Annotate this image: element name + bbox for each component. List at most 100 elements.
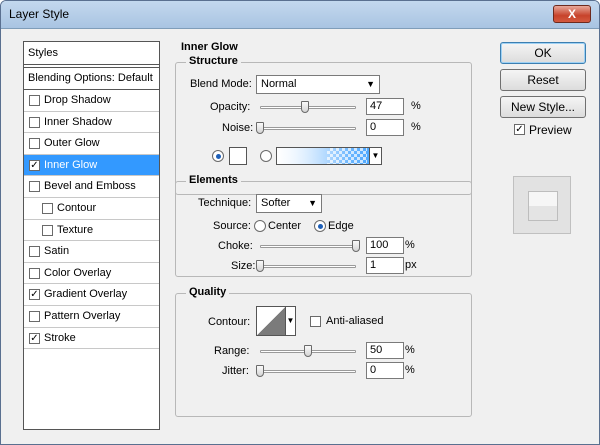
blend-mode-select[interactable]: Normal ▼: [256, 75, 380, 94]
style-item-label: Inner Shadow: [44, 115, 112, 128]
style-item-checkbox[interactable]: [29, 181, 40, 193]
size-unit: px: [405, 259, 417, 271]
style-item-satin[interactable]: Satin: [24, 241, 159, 263]
style-item-label: Contour: [57, 201, 97, 214]
jitter-unit: %: [405, 364, 415, 376]
styles-header[interactable]: Styles: [24, 42, 159, 65]
new-style-button[interactable]: New Style...: [500, 96, 586, 118]
preview-swatch: [528, 191, 558, 221]
style-item-texture[interactable]: Texture: [24, 220, 159, 242]
style-item-drop-shadow[interactable]: Drop Shadow: [24, 90, 159, 112]
style-item-checkbox[interactable]: [29, 310, 40, 322]
styles-list: Styles Blending Options: Default Drop Sh…: [23, 41, 160, 430]
choke-slider-track[interactable]: [260, 245, 356, 248]
solid-color-radio[interactable]: [212, 150, 224, 162]
blend-mode-label: Blend Mode:: [190, 78, 252, 90]
style-item-inner-shadow[interactable]: Inner Shadow: [24, 112, 159, 134]
noise-slider-thumb[interactable]: [256, 122, 264, 134]
noise-slider-track[interactable]: [260, 127, 356, 130]
style-item-checkbox[interactable]: [42, 202, 53, 214]
range-unit: %: [405, 344, 415, 356]
style-item-checkbox[interactable]: [42, 224, 53, 236]
preview-label: Preview: [529, 123, 572, 137]
style-item-checkbox[interactable]: [29, 116, 40, 128]
glow-gradient-picker[interactable]: ▼: [276, 147, 382, 165]
noise-label: Noise:: [222, 122, 254, 134]
style-item-bevel-and-emboss[interactable]: Bevel and Emboss: [24, 176, 159, 198]
opacity-slider-thumb[interactable]: [301, 101, 310, 113]
choke-slider-thumb[interactable]: [352, 240, 360, 252]
title-bar[interactable]: Layer Style X: [1, 1, 599, 29]
anti-aliased-label: Anti-aliased: [326, 315, 384, 327]
technique-value: Softer: [261, 197, 291, 209]
dialog-body: Styles Blending Options: Default Drop Sh…: [5, 31, 595, 441]
source-center-radio[interactable]: [254, 220, 266, 232]
quality-group: Quality Contour: ▼ Anti-aliased Range: 5…: [175, 286, 472, 417]
layer-style-dialog: Layer Style X Styles Blending Options: D…: [0, 0, 600, 445]
style-item-checkbox[interactable]: [29, 95, 40, 106]
technique-label: Technique:: [198, 197, 252, 209]
transparency-checker: [327, 148, 367, 164]
contour-label: Contour:: [208, 316, 251, 328]
blending-options-default[interactable]: Blending Options: Default: [24, 67, 159, 90]
chevron-down-icon[interactable]: ▼: [369, 148, 381, 164]
structure-legend: Structure: [186, 55, 241, 67]
source-edge-label: Edge: [328, 220, 354, 232]
reset-button[interactable]: Reset: [500, 69, 586, 91]
size-slider-track[interactable]: [260, 265, 356, 268]
style-item-checkbox[interactable]: [29, 289, 40, 301]
style-item-checkbox[interactable]: [29, 267, 40, 279]
source-label: Source:: [213, 220, 251, 232]
style-item-gradient-overlay[interactable]: Gradient Overlay: [24, 284, 159, 306]
ok-button[interactable]: OK: [500, 42, 586, 64]
style-item-outer-glow[interactable]: Outer Glow: [24, 133, 159, 155]
preview-checkbox[interactable]: [514, 124, 525, 135]
style-item-checkbox[interactable]: [29, 138, 40, 150]
noise-unit: %: [411, 121, 421, 133]
choke-input[interactable]: 100: [366, 237, 404, 254]
glow-color-swatch[interactable]: [229, 147, 247, 165]
style-item-pattern-overlay[interactable]: Pattern Overlay: [24, 306, 159, 328]
source-center-label: Center: [268, 220, 302, 232]
style-item-label: Satin: [44, 245, 70, 258]
close-button[interactable]: X: [553, 5, 591, 23]
anti-aliased-checkbox[interactable]: [310, 316, 321, 327]
style-item-label: Bevel and Emboss: [44, 180, 136, 193]
style-preview-thumbnail: [513, 176, 571, 234]
elements-legend: Elements: [186, 174, 241, 186]
size-input[interactable]: 1: [366, 257, 404, 274]
jitter-label: Jitter:: [222, 365, 249, 377]
size-label: Size:: [231, 260, 256, 272]
style-item-label: Pattern Overlay: [44, 309, 121, 322]
style-item-inner-glow[interactable]: Inner Glow: [24, 154, 159, 177]
chevron-down-icon[interactable]: ▼: [286, 306, 296, 336]
opacity-input[interactable]: 47: [366, 98, 404, 115]
technique-select[interactable]: Softer ▼: [256, 194, 322, 213]
chevron-down-icon: ▼: [308, 198, 317, 208]
jitter-slider-thumb[interactable]: [256, 365, 264, 377]
style-item-label: Stroke: [44, 331, 76, 344]
style-item-contour[interactable]: Contour: [24, 198, 159, 220]
style-item-label: Outer Glow: [44, 137, 100, 150]
choke-label: Choke:: [218, 240, 253, 252]
range-label: Range:: [214, 345, 250, 357]
contour-preview[interactable]: [256, 306, 286, 336]
style-item-checkbox[interactable]: [29, 246, 40, 258]
range-input[interactable]: 50: [366, 342, 404, 359]
size-slider-thumb[interactable]: [256, 260, 265, 272]
source-edge-radio[interactable]: [314, 220, 326, 232]
jitter-slider-track[interactable]: [260, 370, 356, 373]
style-item-stroke[interactable]: Stroke: [24, 328, 159, 350]
style-item-label: Gradient Overlay: [44, 288, 128, 301]
window-title: Layer Style: [9, 7, 70, 21]
chevron-down-icon: ▼: [366, 79, 375, 89]
style-item-checkbox[interactable]: [29, 159, 40, 171]
elements-group: Elements Technique: Softer ▼ Source: Cen…: [175, 174, 472, 277]
style-item-color-overlay[interactable]: Color Overlay: [24, 263, 159, 285]
style-item-checkbox[interactable]: [29, 332, 40, 344]
gradient-radio[interactable]: [260, 150, 272, 162]
choke-unit: %: [405, 239, 415, 251]
noise-input[interactable]: 0: [366, 119, 404, 136]
range-slider-thumb[interactable]: [304, 345, 312, 357]
jitter-input[interactable]: 0: [366, 362, 404, 379]
